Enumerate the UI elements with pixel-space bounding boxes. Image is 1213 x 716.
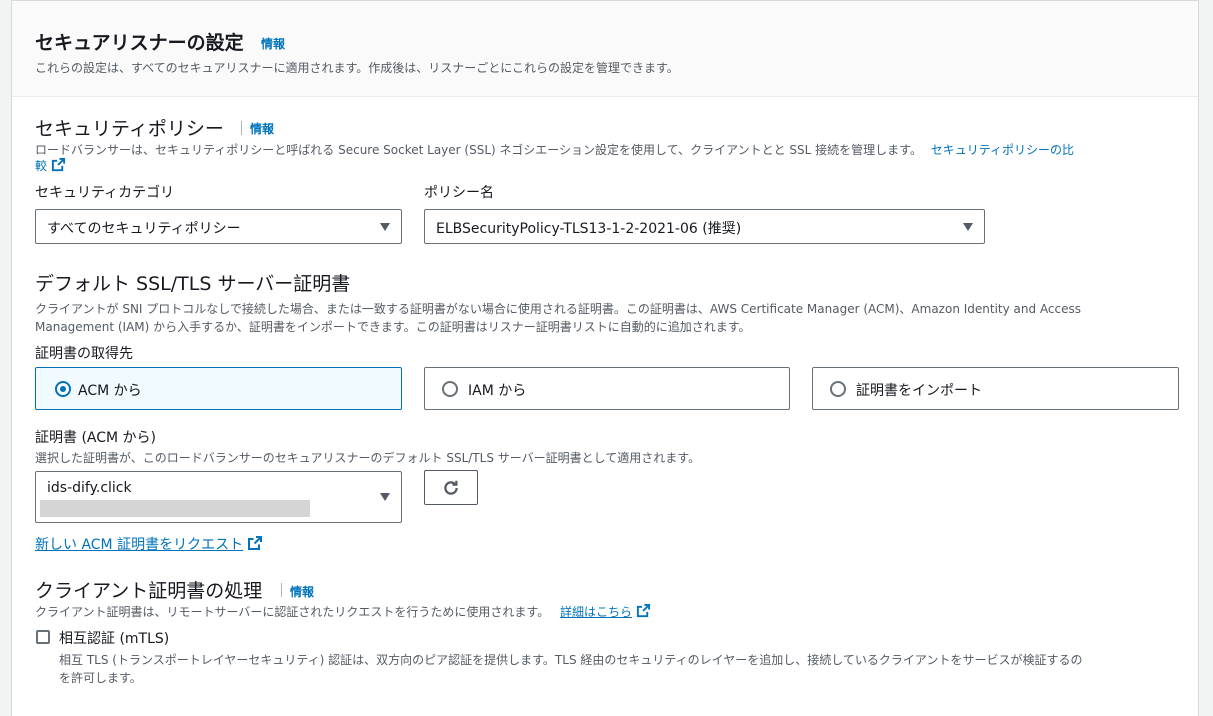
source-option-iam[interactable]: IAM から [424, 367, 790, 410]
compare-policies-link-text[interactable]: 較 [35, 159, 47, 173]
heading-separator [241, 121, 242, 135]
request-acm-cert-link-text[interactable]: 新しい ACM 証明書をリクエスト [35, 537, 243, 553]
source-option-import-label: 証明書をインポート [856, 383, 982, 399]
caret-down-icon [380, 493, 390, 501]
details-link-text[interactable]: 詳細はこちら [560, 605, 632, 619]
radio-import[interactable] [830, 381, 846, 397]
client-cert-heading: クライアント証明書の処理 [35, 580, 263, 602]
certificate-select[interactable]: ids-dify.click [35, 471, 402, 523]
default-cert-heading: デフォルト SSL/TLS サーバー証明書 [35, 273, 351, 295]
refresh-icon [444, 480, 458, 495]
source-option-acm-label: ACM から [78, 383, 142, 399]
request-acm-cert-link[interactable]: 新しい ACM 証明書をリクエスト [35, 534, 263, 554]
listener-settings-card: セキュアリスナーの設定 情報 これらの設定は、すべてのセキュアリスナーに適用され… [11, 0, 1199, 716]
security-category-select[interactable]: すべてのセキュリティポリシー [35, 209, 402, 244]
mtls-label[interactable]: 相互認証 (mTLS) [59, 628, 169, 648]
radio-iam[interactable] [442, 381, 458, 397]
compare-policies-link-cont[interactable]: 較 [35, 157, 66, 174]
info-link-listener[interactable]: 情報 [261, 35, 285, 52]
policy-name-select[interactable]: ELBSecurityPolicy-TLS13-1-2-2021-06 (推奨) [424, 209, 985, 244]
external-link-icon [637, 603, 651, 618]
section-title: セキュアリスナーの設定 [35, 32, 244, 54]
mtls-checkbox[interactable] [36, 630, 50, 644]
refresh-button[interactable] [424, 470, 478, 505]
compare-policies-link[interactable]: セキュリティポリシーの比 [931, 143, 1074, 157]
policy-name-value: ELBSecurityPolicy-TLS13-1-2-2021-06 (推奨) [436, 221, 742, 237]
security-category-value: すべてのセキュリティポリシー [47, 221, 241, 237]
client-cert-description-text: クライアント証明書は、リモートサーバーに認証されたリクエストを行うために使用され… [35, 605, 550, 619]
caret-down-icon [963, 223, 973, 231]
security-policy-description: ロードバランサーは、セキュリティポリシーと呼ばれる Secure Socket … [35, 141, 1074, 158]
redacted-cert-id [40, 500, 310, 517]
mtls-description-2: を許可します。 [59, 671, 142, 685]
heading-separator [281, 583, 282, 597]
security-policy-description-text: ロードバランサーは、セキュリティポリシーと呼ばれる Secure Socket … [35, 143, 922, 157]
security-policy-heading: セキュリティポリシー [35, 118, 224, 140]
info-link-client-cert[interactable]: 情報 [290, 583, 314, 600]
mtls-description-1: 相互 TLS (トランスポートレイヤーセキュリティ) 認証は、双方向のピア認証を… [59, 653, 1083, 667]
certificate-value: ids-dify.click [47, 480, 132, 496]
section-description: これらの設定は、すべてのセキュアリスナーに適用されます。作成後は、リスナーごとに… [35, 61, 679, 75]
source-option-acm[interactable]: ACM から [35, 367, 402, 410]
card-header: セキュアリスナーの設定 情報 これらの設定は、すべてのセキュアリスナーに適用され… [12, 0, 1198, 97]
security-category-label: セキュリティカテゴリ [35, 185, 175, 201]
cert-acm-description: 選択した証明書が、このロードバランサーのセキュアリスナーのデフォルト SSL/T… [35, 451, 701, 465]
details-link[interactable]: 詳細はこちら [560, 603, 651, 619]
radio-acm[interactable] [55, 381, 71, 397]
policy-name-label: ポリシー名 [424, 185, 494, 201]
external-link-icon [51, 157, 66, 172]
source-option-iam-label: IAM から [468, 383, 527, 399]
info-link-security-policy[interactable]: 情報 [250, 120, 274, 137]
default-cert-description-1: クライアントが SNI プロトコルなしで接続した場合、または一致する証明書がない… [35, 302, 1082, 316]
client-cert-description: クライアント証明書は、リモートサーバーに認証されたリクエストを行うために使用され… [35, 603, 651, 620]
external-link-icon [248, 536, 263, 550]
cert-source-label: 証明書の取得先 [35, 346, 133, 362]
default-cert-description-2: Management (IAM) から入手するか、証明書をインポートできます。こ… [35, 320, 751, 334]
source-option-import[interactable]: 証明書をインポート [812, 367, 1179, 410]
cert-acm-label: 証明書 (ACM から) [35, 430, 157, 446]
caret-down-icon [380, 223, 390, 231]
